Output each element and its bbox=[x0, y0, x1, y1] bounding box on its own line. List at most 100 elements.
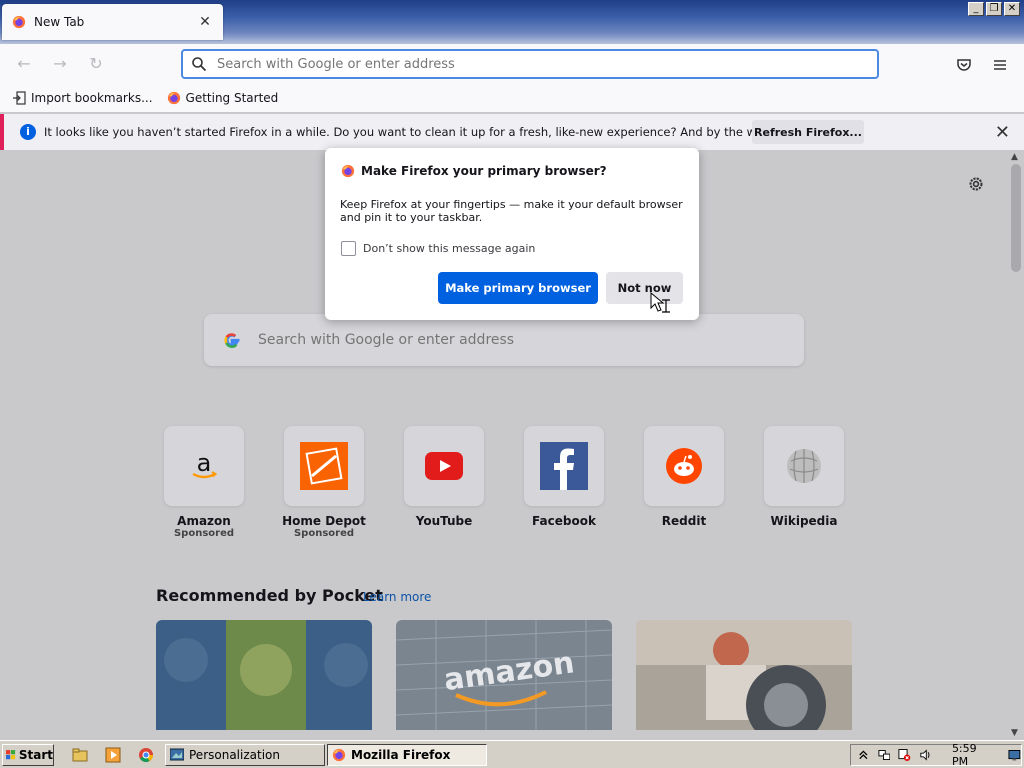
pocket-card[interactable]: amazon bbox=[396, 620, 612, 730]
minimize-button[interactable]: _ bbox=[968, 2, 984, 16]
menu-icon[interactable] bbox=[991, 56, 1009, 74]
firefox-icon bbox=[332, 748, 346, 762]
bookmark-import[interactable]: Import bookmarks... bbox=[12, 91, 153, 105]
google-icon bbox=[224, 333, 240, 348]
bookmark-getting-started[interactable]: Getting Started bbox=[167, 91, 279, 105]
top-site-name: Home Depot bbox=[282, 514, 366, 528]
checkbox-label: Don’t show this message again bbox=[363, 242, 536, 255]
tab-title: New Tab bbox=[34, 15, 85, 29]
bookmarks-toolbar: Import bookmarks... Getting Started bbox=[0, 84, 1024, 112]
pocket-card[interactable] bbox=[156, 620, 372, 730]
top-site-reddit[interactable]: Reddit bbox=[644, 426, 724, 539]
top-site-wikipedia[interactable]: Wikipedia bbox=[764, 426, 844, 539]
info-icon: i bbox=[20, 124, 36, 140]
taskbar: Start Personalization Mozilla Firefox 5:… bbox=[0, 740, 1024, 768]
top-site-icon-box bbox=[524, 426, 604, 506]
firefox-icon bbox=[12, 15, 26, 29]
make-primary-browser-button[interactable]: Make primary browser bbox=[438, 272, 598, 304]
forward-arrow-icon[interactable]: → bbox=[48, 54, 72, 74]
address-input[interactable] bbox=[217, 56, 817, 72]
story-image: amazon bbox=[396, 620, 612, 730]
media-player-icon[interactable] bbox=[105, 747, 121, 763]
pocket-section-title: Recommended by Pocket bbox=[156, 586, 383, 605]
reddit-icon bbox=[666, 448, 702, 484]
restore-button[interactable]: ❐ bbox=[986, 2, 1002, 16]
mouse-cursor-icon bbox=[650, 292, 670, 313]
new-tab-search-box[interactable] bbox=[204, 314, 804, 366]
dialog-title: Make Firefox your primary browser? bbox=[361, 164, 607, 178]
volume-icon[interactable] bbox=[919, 748, 932, 762]
top-site-name: Facebook bbox=[532, 514, 596, 528]
scroll-up-arrow-icon[interactable]: ▲ bbox=[1011, 152, 1018, 162]
scroll-down-arrow-icon[interactable]: ▼ bbox=[1011, 728, 1018, 738]
security-alert-icon[interactable] bbox=[898, 748, 911, 762]
scrollbar-thumb[interactable] bbox=[1011, 164, 1021, 272]
top-site-amazon[interactable]: a Amazon Sponsored bbox=[164, 426, 244, 539]
pocket-icon[interactable] bbox=[955, 56, 973, 74]
top-site-icon-box bbox=[404, 426, 484, 506]
top-site-home-depot[interactable]: Home Depot Sponsored bbox=[282, 426, 366, 539]
story-image bbox=[156, 620, 372, 730]
clock[interactable]: 5:59 PM bbox=[952, 742, 992, 768]
search-icon bbox=[192, 57, 207, 72]
gear-icon[interactable] bbox=[966, 174, 986, 194]
dont-show-again-checkbox[interactable]: Don’t show this message again bbox=[341, 241, 535, 256]
top-site-icon-box bbox=[644, 426, 724, 506]
pocket-learn-more-link[interactable]: Learn more bbox=[363, 590, 431, 604]
wikipedia-icon bbox=[787, 449, 821, 483]
firefox-icon bbox=[341, 164, 355, 178]
top-site-icon-box bbox=[284, 426, 364, 506]
pocket-card[interactable] bbox=[636, 620, 852, 730]
task-label: Mozilla Firefox bbox=[351, 748, 451, 762]
bookmark-label: Getting Started bbox=[185, 91, 279, 105]
close-icon[interactable]: ✕ bbox=[995, 122, 1010, 143]
new-tab-search-input[interactable] bbox=[258, 332, 758, 348]
top-site-name: Amazon bbox=[177, 514, 231, 528]
story-image bbox=[636, 620, 852, 730]
refresh-notification-bar: i It looks like you haven’t started Fire… bbox=[0, 114, 1024, 150]
checkbox[interactable] bbox=[341, 241, 356, 256]
import-icon bbox=[13, 91, 26, 105]
amazon-icon: a bbox=[192, 449, 218, 479]
home-depot-icon bbox=[300, 442, 348, 490]
close-window-button[interactable]: ✕ bbox=[1004, 2, 1020, 16]
default-browser-dialog: Make Firefox your primary browser? Keep … bbox=[325, 148, 699, 320]
windows-logo-icon bbox=[6, 750, 16, 760]
dialog-body: Keep Firefox at your fingertips — make i… bbox=[340, 198, 683, 224]
task-personalization[interactable]: Personalization bbox=[165, 744, 325, 766]
chevron-up-icon[interactable] bbox=[857, 748, 870, 762]
pocket-cards: amazon bbox=[156, 620, 852, 730]
facebook-icon bbox=[540, 442, 588, 490]
task-label: Personalization bbox=[189, 748, 280, 762]
personalization-icon bbox=[170, 748, 184, 761]
dialog-header: Make Firefox your primary browser? bbox=[341, 164, 607, 178]
page-scrollbar[interactable]: ▲ ▼ bbox=[1008, 150, 1024, 740]
youtube-icon bbox=[425, 452, 463, 480]
title-bar: New Tab ✕ _ ❐ ✕ bbox=[0, 0, 1024, 44]
top-site-youtube[interactable]: YouTube bbox=[404, 426, 484, 539]
refresh-firefox-button[interactable]: Refresh Firefox... bbox=[752, 120, 864, 144]
window-controls: _ ❐ ✕ bbox=[968, 2, 1020, 16]
notification-message: It looks like you haven’t started Firefo… bbox=[44, 125, 865, 139]
start-button[interactable]: Start bbox=[2, 744, 54, 766]
sponsored-label: Sponsored bbox=[293, 528, 355, 539]
bookmark-label: Import bookmarks... bbox=[31, 91, 153, 105]
show-desktop-icon[interactable] bbox=[1008, 748, 1021, 762]
back-arrow-icon[interactable]: ← bbox=[12, 54, 36, 74]
folder-icon[interactable] bbox=[72, 747, 88, 763]
reload-icon[interactable]: ↻ bbox=[84, 54, 108, 74]
top-site-icon-box: a bbox=[164, 426, 244, 506]
task-mozilla-firefox[interactable]: Mozilla Firefox bbox=[327, 744, 487, 766]
tab-new-tab[interactable]: New Tab ✕ bbox=[2, 4, 223, 40]
top-site-facebook[interactable]: Facebook bbox=[524, 426, 604, 539]
network-icon[interactable] bbox=[878, 748, 891, 762]
address-bar[interactable] bbox=[181, 49, 879, 79]
tab-close-icon[interactable]: ✕ bbox=[197, 14, 213, 30]
sponsored-label: Sponsored bbox=[173, 528, 235, 539]
top-site-name: YouTube bbox=[415, 514, 473, 528]
chrome-icon[interactable] bbox=[138, 747, 154, 763]
firefox-icon bbox=[167, 91, 180, 105]
top-site-name: Wikipedia bbox=[770, 514, 838, 528]
top-sites: a Amazon Sponsored Home Depot Sponsored bbox=[164, 426, 844, 539]
svg-text:a: a bbox=[197, 449, 212, 477]
